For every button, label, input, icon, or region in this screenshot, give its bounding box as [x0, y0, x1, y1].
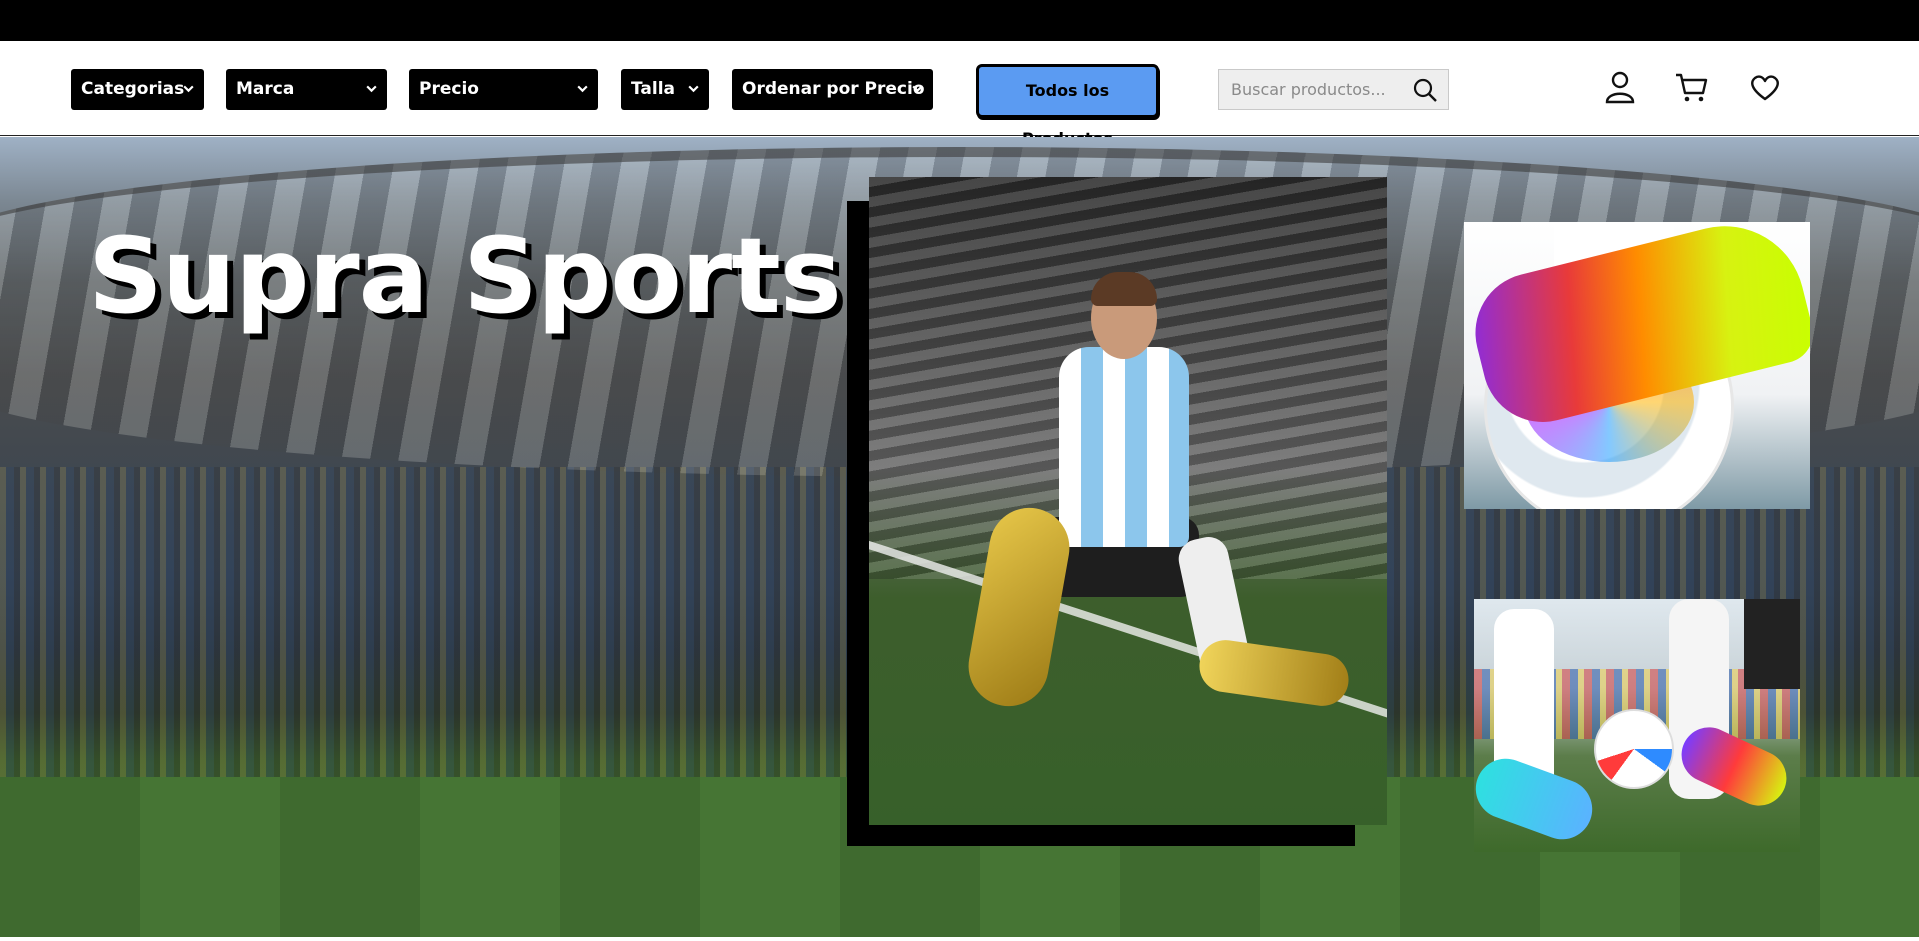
chevron-down-icon — [912, 85, 923, 93]
chevron-down-icon — [183, 85, 194, 93]
filter-marca-dropdown[interactable]: Marca — [226, 69, 387, 110]
hero-title: Supra Sports — [88, 215, 842, 337]
chevron-down-icon — [366, 85, 377, 93]
boot-on-ball-photo — [1464, 222, 1810, 509]
filter-categorias-label: Categorias — [81, 79, 185, 99]
search-box — [1218, 69, 1449, 110]
filter-precio-label: Precio — [419, 79, 479, 99]
navbar: Categorias Marca Precio Talla Ordenar po… — [0, 41, 1919, 148]
filter-categorias-dropdown[interactable]: Categorias — [71, 69, 204, 110]
all-products-button[interactable]: Todos los Productos — [976, 64, 1159, 148]
filter-precio-dropdown[interactable]: Precio — [409, 69, 598, 110]
top-black-bar — [0, 0, 1919, 41]
user-icon[interactable] — [1602, 69, 1638, 105]
filter-talla-label: Talla — [631, 79, 676, 99]
search-input[interactable] — [1219, 70, 1409, 109]
cart-icon[interactable] — [1674, 69, 1710, 105]
player-photo — [869, 177, 1387, 825]
search-icon[interactable] — [1412, 77, 1438, 103]
chevron-down-icon — [688, 85, 699, 93]
filter-marca-label: Marca — [236, 79, 295, 99]
filter-ordenar-dropdown[interactable]: Ordenar por Precio — [732, 69, 933, 110]
hero-banner: Supra Sports — [0, 137, 1919, 937]
chevron-down-icon — [577, 85, 588, 93]
heart-icon[interactable] — [1747, 69, 1783, 105]
filter-ordenar-label: Ordenar por Precio — [742, 79, 925, 99]
filter-talla-dropdown[interactable]: Talla — [621, 69, 709, 110]
boots-and-ball-photo — [1474, 599, 1800, 852]
